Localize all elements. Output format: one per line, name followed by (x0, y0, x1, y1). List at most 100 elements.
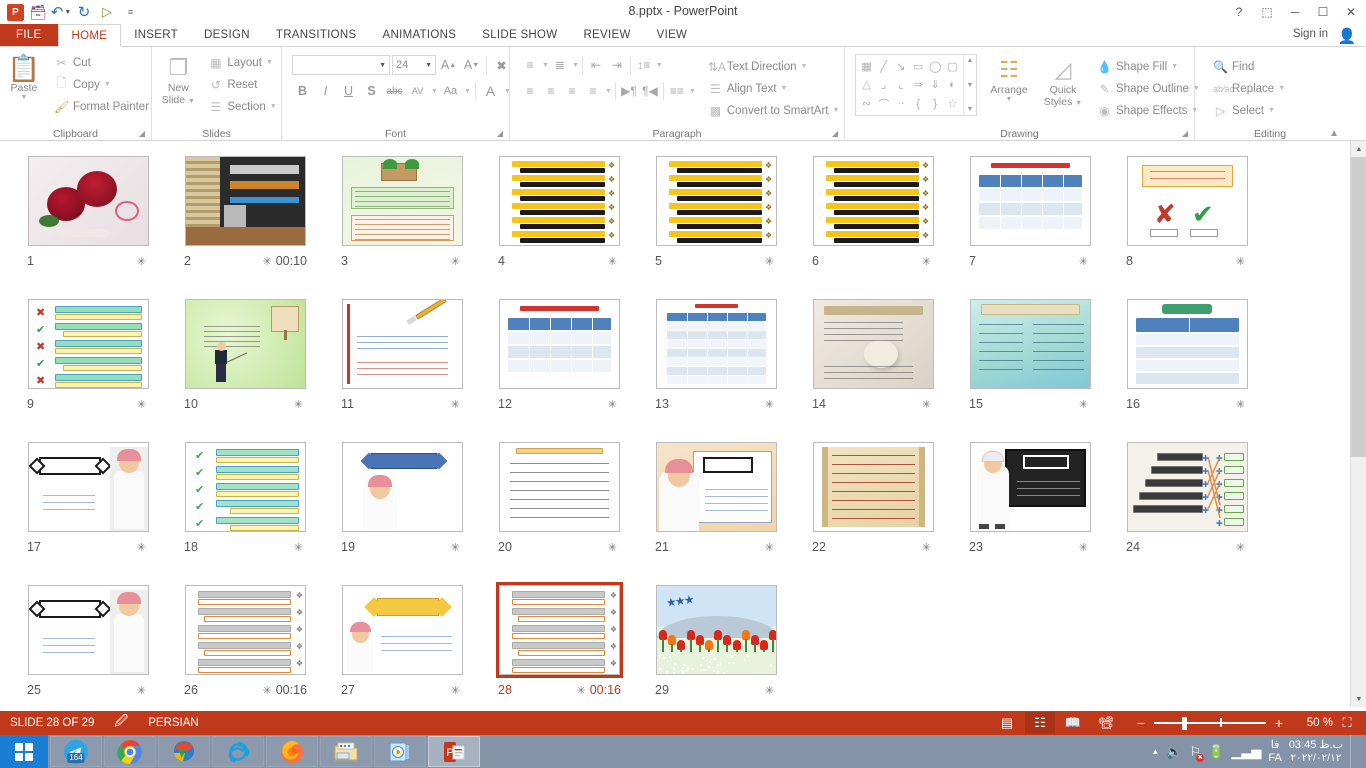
animation-star-icon[interactable]: ✳ (137, 398, 146, 411)
scrollbar-thumb[interactable] (1351, 157, 1366, 457)
animation-star-icon[interactable]: ✳ (451, 684, 460, 697)
slide-preview-image[interactable]: ❖❖❖❖❖❖ (656, 156, 777, 246)
arrange-button[interactable]: ☷ Arrange ▼ (983, 54, 1035, 103)
tab-slide-show[interactable]: SLIDE SHOW (469, 24, 570, 46)
slide-thumbnail-25[interactable]: 25✳ (10, 578, 167, 707)
reading-view-button[interactable]: 📖 (1058, 712, 1088, 734)
collapse-ribbon-icon[interactable]: ▲ (1329, 127, 1339, 141)
scroll-down-arrow-icon[interactable]: ▼ (1351, 691, 1366, 707)
normal-view-button[interactable]: ▤ (992, 712, 1022, 734)
slide-preview-image[interactable] (656, 299, 777, 389)
shape-textbox-icon[interactable]: ▦ (858, 57, 875, 76)
slide-preview-image[interactable] (342, 156, 463, 246)
slide-thumbnail-5[interactable]: ❖❖❖❖❖❖5✳ (638, 149, 795, 292)
slide-thumbnail-frame[interactable] (967, 439, 1094, 535)
shape-oval-icon[interactable]: ◯ (927, 57, 944, 76)
tab-file[interactable]: FILE (0, 24, 58, 46)
select-button[interactable]: ▷ Select ▼ (1209, 100, 1289, 121)
paste-button[interactable]: 📋 Paste ▼ (0, 50, 50, 101)
font-name-input[interactable]: ▼ (292, 55, 390, 75)
zoom-out-button[interactable]: − (1134, 715, 1148, 731)
slide-thumbnail-frame[interactable] (496, 296, 623, 392)
align-left-button[interactable]: ≡ (520, 81, 540, 102)
shape-down-arrow-icon[interactable]: ⇓ (927, 76, 944, 95)
convert-to-smartart-button[interactable]: ▩ Convert to SmartArt ▼ (704, 100, 844, 121)
animation-star-icon[interactable]: ✳ (1236, 255, 1245, 268)
new-slide-button[interactable]: ❐ New Slide ▼ (152, 50, 204, 108)
taskbar-app-internet-download-manager[interactable] (158, 736, 210, 767)
slide-preview-image[interactable] (28, 156, 149, 246)
slide-preview-image[interactable]: ✘ ✔ (1127, 156, 1248, 246)
start-button[interactable] (0, 735, 48, 768)
slide-thumbnail-frame[interactable] (1124, 296, 1251, 392)
slide-preview-image[interactable] (342, 299, 463, 389)
slide-thumbnail-19[interactable]: 19✳ (324, 435, 481, 578)
slide-thumbnail-frame[interactable]: ✘ ✔ (1124, 153, 1251, 249)
text-direction-button[interactable]: ⇅A Text Direction ▼ (704, 56, 844, 77)
slide-thumbnail-frame[interactable]: ★★★ (653, 582, 780, 678)
bold-button[interactable]: B (292, 81, 313, 102)
tab-review[interactable]: REVIEW (570, 24, 643, 46)
layout-button[interactable]: ▦ Layout ▼ (204, 52, 280, 73)
quick-styles-button[interactable]: ◿ Quick Styles ▼ (1037, 54, 1089, 110)
animation-star-icon[interactable]: ✳ (608, 398, 617, 411)
font-dialog-launcher-icon[interactable]: ◢ (497, 127, 503, 141)
paragraph-dialog-launcher-icon[interactable]: ◢ (832, 127, 838, 141)
slide-thumbnail-23[interactable]: 23✳ (952, 435, 1109, 578)
animation-star-icon[interactable]: ✳ (765, 541, 774, 554)
shape-fill-button[interactable]: 💧 Shape Fill ▼ (1093, 56, 1204, 77)
restore-button[interactable]: ☐ (1310, 2, 1336, 22)
shape-line-icon[interactable]: ╱ (875, 57, 892, 76)
minimize-button[interactable]: ─ (1282, 2, 1308, 22)
slide-thumbnail-frame[interactable] (182, 153, 309, 249)
slide-preview-image[interactable] (28, 585, 149, 675)
tab-view[interactable]: VIEW (644, 24, 701, 46)
slide-thumbnail-6[interactable]: ❖❖❖❖❖❖6✳ (795, 149, 952, 292)
zoom-slider[interactable] (1154, 717, 1266, 729)
signal-strength-icon[interactable]: ▁▃▅ (1231, 744, 1261, 760)
zoom-level-label[interactable]: 50 % (1299, 717, 1333, 729)
slide-preview-image[interactable]: ✖✔✖✔✖ (28, 299, 149, 389)
animation-star-icon[interactable]: ✳ (294, 398, 303, 411)
slide-thumbnail-selected-frame[interactable]: ❖❖❖❖❖ (496, 582, 623, 678)
animation-star-icon[interactable]: ✳ (1079, 398, 1088, 411)
show-hidden-icons-icon[interactable]: ▲ (1151, 747, 1159, 756)
format-painter-button[interactable]: 🖌 Format Painter (50, 96, 153, 117)
slide-preview-image[interactable] (28, 442, 149, 532)
zoom-in-button[interactable]: + (1272, 715, 1286, 731)
close-button[interactable]: ✕ (1338, 2, 1364, 22)
slide-thumbnail-10[interactable]: 10✳ (167, 292, 324, 435)
italic-button[interactable]: I (315, 81, 336, 102)
language-indicator[interactable]: PERSIAN (148, 717, 199, 729)
show-desktop-button[interactable] (1350, 735, 1358, 768)
slide-thumbnail-frame[interactable]: ❖❖❖❖❖❖ (810, 153, 937, 249)
slide-preview-image[interactable]: ❖❖❖❖❖ (499, 585, 620, 675)
strikethrough-button[interactable]: abc (384, 81, 405, 102)
character-spacing-button[interactable]: AV (407, 81, 428, 102)
center-button[interactable]: ≡ (541, 81, 561, 102)
shapes-gallery[interactable]: ▦ ╱ ↘ ▭ ◯ ▢ △ ⌟ ⌞ ⇒ ⇓ ◐ ∾ ⌒ ⋅⋅ (855, 54, 977, 116)
animation-star-icon[interactable]: ✳ (1236, 398, 1245, 411)
section-button[interactable]: ☰ Section ▼ (204, 96, 280, 117)
slide-thumbnail-14[interactable]: 14✳ (795, 292, 952, 435)
slide-thumbnail-16[interactable]: 16✳ (1109, 292, 1266, 435)
slide-preview-image[interactable]: ★★★ (656, 585, 777, 675)
slide-thumbnail-frame[interactable]: ✚✚✚✚✚✚✚✚✚✚✚ (1124, 439, 1251, 535)
shape-curve-icon[interactable]: ⌒ (875, 94, 892, 113)
columns-button[interactable]: ≡≡ (667, 81, 687, 102)
scroll-up-icon[interactable]: ▲ (967, 57, 974, 64)
slide-preview-image[interactable] (970, 156, 1091, 246)
shape-rectangle-icon[interactable]: ▭ (909, 57, 926, 76)
fit-to-window-button[interactable]: ⛶ (1336, 713, 1358, 733)
taskbar-app-media-player[interactable] (374, 736, 426, 767)
animation-star-icon[interactable]: ✳ (451, 398, 460, 411)
slide-thumbnail-frame[interactable] (25, 153, 152, 249)
slide-thumbnail-29[interactable]: ★★★29✳ (638, 578, 795, 707)
animation-star-icon[interactable]: ✳ (137, 255, 146, 268)
shape-rounded-rect-icon[interactable]: ▢ (944, 57, 961, 76)
scroll-down-icon[interactable]: ▼ (967, 82, 974, 89)
animation-star-icon[interactable]: ✳ (577, 684, 586, 697)
slide-thumbnail-26[interactable]: ❖❖❖❖❖26✳00:16 (167, 578, 324, 707)
taskbar-app-chrome[interactable] (104, 736, 156, 767)
shape-triangle-icon[interactable]: △ (858, 76, 875, 95)
